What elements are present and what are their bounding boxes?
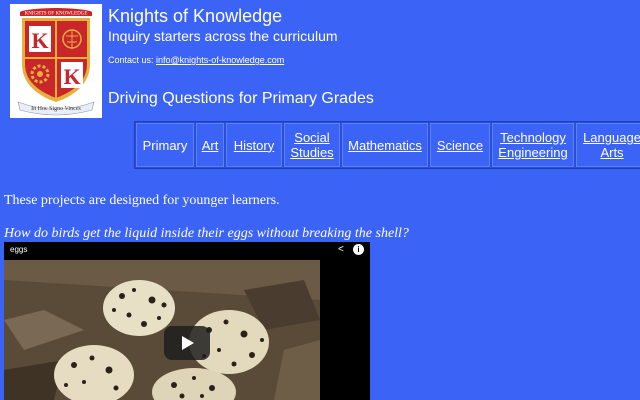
site-logo: KNIGHTS OF KNOWLEDGE K K In Hoc Signo Vi…: [10, 4, 102, 118]
nav-item-mathematics[interactable]: Mathematics: [341, 122, 429, 168]
nav-link-art[interactable]: Art: [202, 138, 219, 153]
nav-link-technology-engineering[interactable]: Technology Engineering: [498, 130, 568, 160]
page-title: Driving Questions for Primary Grades: [108, 90, 374, 107]
site-title: Knights of Knowledge: [108, 6, 283, 26]
subject-nav: Primary Art History Social Studies Mathe…: [134, 121, 640, 169]
nav-link-history[interactable]: History: [234, 138, 274, 153]
contact-line: Contact us: info@knights-of-knowledge.co…: [108, 55, 284, 65]
svg-text:K: K: [63, 64, 80, 89]
driving-question: How do birds get the liquid inside their…: [4, 226, 409, 241]
nav-item-history[interactable]: History: [225, 122, 283, 168]
contact-label: Contact us:: [108, 55, 157, 65]
nav-item-language-arts[interactable]: Language Arts: [575, 122, 640, 168]
contact-email-link[interactable]: info@knights-of-knowledge.com: [156, 55, 284, 65]
site-tagline: Inquiry starters across the curriculum: [108, 28, 338, 44]
nav-item-social-studies[interactable]: Social Studies: [283, 122, 341, 168]
nav-item-art[interactable]: Art: [195, 122, 225, 168]
shield-logo-icon: KNIGHTS OF KNOWLEDGE K K In Hoc Signo Vi…: [17, 8, 95, 116]
nav-item-primary[interactable]: Primary: [135, 122, 195, 168]
svg-text:KNIGHTS OF KNOWLEDGE: KNIGHTS OF KNOWLEDGE: [25, 12, 88, 17]
nav-link-primary[interactable]: Primary: [143, 138, 188, 153]
nav-link-language-arts[interactable]: Language Arts: [582, 130, 640, 160]
svg-text:In Hoc Signo Vinces: In Hoc Signo Vinces: [31, 106, 81, 112]
nav-link-science[interactable]: Science: [437, 138, 483, 153]
play-icon[interactable]: [164, 326, 210, 360]
svg-text:K: K: [31, 28, 48, 53]
nav-item-science[interactable]: Science: [429, 122, 491, 168]
video-thumbnail: [4, 260, 320, 400]
video-title: eggs: [10, 245, 28, 254]
nav-link-mathematics[interactable]: Mathematics: [348, 138, 422, 153]
nav-item-technology-engineering[interactable]: Technology Engineering: [491, 122, 575, 168]
intro-text: These projects are designed for younger …: [4, 193, 280, 208]
share-icon[interactable]: <: [338, 244, 344, 255]
info-icon[interactable]: i: [353, 244, 364, 255]
video-player[interactable]: eggs < i: [4, 242, 370, 400]
nav-link-social-studies[interactable]: Social Studies: [290, 130, 334, 160]
